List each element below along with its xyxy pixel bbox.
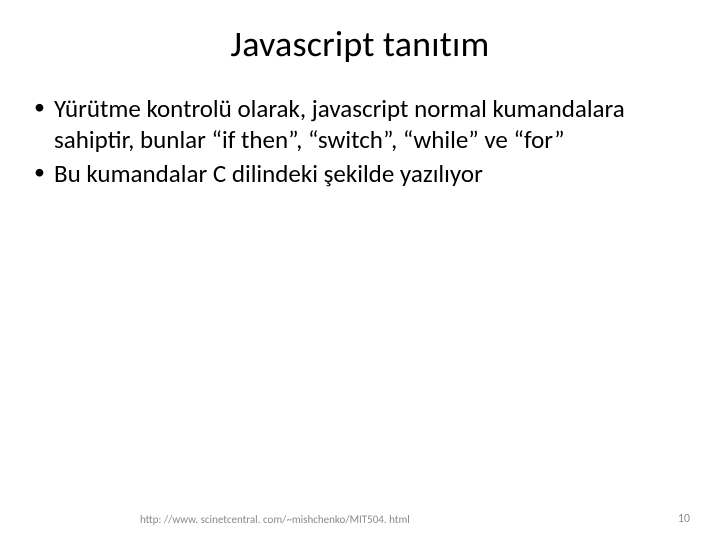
- slide: Javascript tanıtım Yürütme kontrolü olar…: [0, 0, 720, 540]
- bullet-list: Yürütme kontrolü olarak, javascript norm…: [28, 94, 692, 190]
- page-title: Javascript tanıtım: [28, 22, 692, 66]
- footer-url: http: //www. scinetcentral. com/~mishche…: [140, 513, 410, 526]
- list-item: Yürütme kontrolü olarak, javascript norm…: [28, 94, 692, 155]
- page-number: 10: [678, 512, 690, 526]
- list-item: Bu kumandalar C dilindeki şekilde yazılı…: [28, 159, 692, 190]
